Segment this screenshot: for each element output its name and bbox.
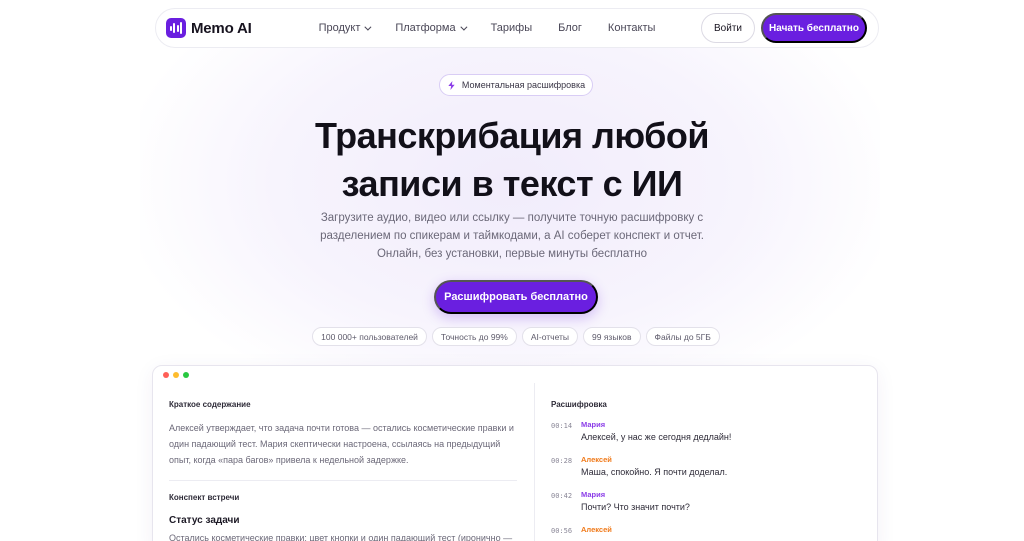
summary-title: Краткое содержание <box>169 400 251 409</box>
main-menu: Продукт Платформа Тарифы Блог Контакты <box>319 22 656 34</box>
status-text: Остались косметические правки: цвет кноп… <box>169 533 513 541</box>
timestamp[interactable]: 00:28 <box>551 455 573 477</box>
badge-label: Моментальная расшифровка <box>461 80 586 90</box>
menu-item-product[interactable]: Продукт <box>318 22 372 34</box>
transcript-message[interactable]: 00:42 Мария Почти? Что значит почти? <box>551 490 861 512</box>
transcript-list: 00:14 Мария Алексей, у нас же сегодня де… <box>551 420 861 535</box>
timestamp[interactable]: 00:42 <box>551 490 573 512</box>
menu-item-label: Продукт <box>318 22 361 34</box>
chevron-down-icon <box>364 23 372 31</box>
feature-chip: AI-отчеты <box>521 327 579 346</box>
close-dot <box>163 372 169 378</box>
divider <box>169 480 517 481</box>
transcript-panel: Расшифровка 00:14 Мария Алексей, у нас ж… <box>551 400 861 541</box>
login-button[interactable]: Войти <box>701 13 755 43</box>
app-preview-window: Краткое содержание Алексей утверждает, ч… <box>152 365 878 541</box>
speaker-name: Алексей <box>581 525 612 534</box>
brand-logo[interactable]: Memo AI <box>166 18 252 38</box>
feature-chip: 99 языков <box>583 327 641 346</box>
menu-item-label: Контакты <box>607 22 656 34</box>
chevron-down-icon <box>459 23 468 31</box>
summary-panel: Краткое содержание Алексей утверждает, ч… <box>169 400 519 541</box>
menu-item-label: Тарифы <box>490 22 533 34</box>
maximize-dot <box>183 372 189 378</box>
hero-subtitle: Загрузите аудио, видео или ссылку — полу… <box>260 209 764 263</box>
speaker-name: Алексей <box>581 455 612 464</box>
message-text: Маша, спокойно. Я почти доделал. <box>581 467 728 477</box>
speaker-name: Мария <box>581 490 606 499</box>
summary-text: Алексей утверждает, что задача почти гот… <box>169 423 514 465</box>
transcribe-free-button[interactable]: Расшифровать бесплатно <box>434 280 598 314</box>
start-free-button[interactable]: Начать бесплатно <box>761 13 867 43</box>
notes-title: Конспект встречи <box>169 493 240 502</box>
feature-chips: 100 000+ пользователей Точность до 99% A… <box>0 327 1024 346</box>
subtitle-line: разделением по спикерам и таймкодами, а … <box>320 230 704 242</box>
waveform-icon <box>166 18 186 38</box>
menu-item-blog[interactable]: Блог <box>558 22 582 34</box>
hero-title-line: записи в текст с ИИ <box>341 163 683 204</box>
panel-divider <box>534 383 535 541</box>
feature-chip: 100 000+ пользователей <box>312 327 427 346</box>
menu-item-platform[interactable]: Платформа <box>395 22 468 34</box>
subtitle-line: Онлайн, без установки, первые минуты бес… <box>376 248 648 260</box>
feature-chip: Файлы до 5ГБ <box>645 327 720 346</box>
timestamp[interactable]: 00:14 <box>551 420 573 442</box>
lightning-icon <box>448 80 455 90</box>
top-navbar: Memo AI Продукт Платформа Тарифы Блог Ко… <box>155 8 879 48</box>
menu-item-contacts[interactable]: Контакты <box>608 22 656 34</box>
minimize-dot <box>173 372 179 378</box>
hero-badge: Моментальная расшифровка <box>439 74 593 96</box>
transcript-message[interactable]: 00:28 Алексей Маша, спокойно. Я почти до… <box>551 455 861 477</box>
message-text: Алексей, у нас же сегодня дедлайн! <box>581 432 732 442</box>
status-heading: Статус задачи <box>169 515 240 526</box>
speaker-name: Мария <box>581 420 606 429</box>
window-controls <box>163 372 189 378</box>
hero-title: Транскрибация любой записи в текст с ИИ <box>200 112 824 208</box>
subtitle-line: Загрузите аудио, видео или ссылку — полу… <box>320 212 704 224</box>
brand-name: Memo AI <box>191 19 252 37</box>
transcript-message[interactable]: 00:14 Мария Алексей, у нас же сегодня де… <box>551 420 861 442</box>
timestamp[interactable]: 00:56 <box>551 525 573 535</box>
hero-title-line: Транскрибация любой <box>314 115 710 156</box>
transcript-title: Расшифровка <box>551 400 607 409</box>
menu-item-label: Платформа <box>395 22 456 34</box>
feature-chip: Точность до 99% <box>431 327 517 346</box>
menu-item-pricing[interactable]: Тарифы <box>491 22 533 34</box>
transcript-message[interactable]: 00:56 Алексей <box>551 525 861 535</box>
menu-item-label: Блог <box>558 22 582 34</box>
message-text: Почти? Что значит почти? <box>581 502 690 512</box>
